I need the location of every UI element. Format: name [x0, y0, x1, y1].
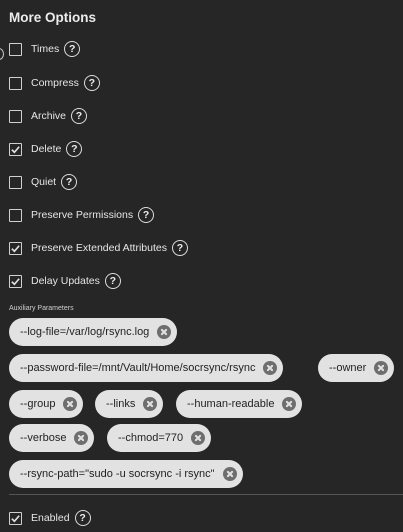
option-label: Delete — [31, 143, 62, 155]
help-circle-icon[interactable]: ? — [138, 207, 155, 223]
more-options-panel: More Options Times ? Compress ? Archive … — [0, 0, 403, 532]
remove-circle-icon[interactable] — [74, 431, 89, 445]
help-circle-icon[interactable]: ? — [71, 108, 88, 124]
remove-circle-icon[interactable] — [143, 397, 158, 411]
option-times[interactable]: Times ? — [9, 40, 81, 58]
remove-circle-icon[interactable] — [191, 431, 206, 445]
chip-text: --group — [20, 398, 56, 410]
remove-circle-icon[interactable] — [157, 325, 172, 339]
option-label: Times — [31, 43, 60, 55]
remove-circle-icon[interactable] — [263, 361, 278, 375]
checkbox-times[interactable] — [9, 42, 22, 56]
chip-text: --verbose — [20, 432, 67, 444]
option-label: Delay Updates — [31, 275, 100, 287]
checkbox-preserve-extended-attributes[interactable] — [9, 241, 22, 255]
auxiliary-parameters-label: Auxiliary Parameters — [9, 305, 74, 312]
option-enabled[interactable]: Enabled ? — [9, 509, 91, 527]
chip-text: --owner — [329, 362, 367, 374]
aux-param-chip[interactable]: --human-readable — [176, 390, 303, 418]
help-circle-icon[interactable]: ? — [83, 75, 100, 91]
remove-circle-icon[interactable] — [374, 361, 389, 375]
chip-text: --human-readable — [187, 398, 275, 410]
cut-off-help-icon — [0, 48, 4, 60]
help-circle-icon[interactable]: ? — [172, 240, 188, 256]
chip-text: --links — [106, 398, 136, 410]
option-preserve-permissions[interactable]: Preserve Permissions ? — [9, 206, 155, 224]
help-circle-icon[interactable]: ? — [66, 141, 83, 157]
checkbox-archive[interactable] — [9, 109, 22, 123]
chip-text: --chmod=770 — [118, 432, 184, 444]
check-icon — [11, 244, 20, 252]
chip-text: --password-file=/mnt/Vault/Home/socrsync… — [20, 362, 256, 374]
help-circle-icon[interactable]: ? — [74, 510, 91, 526]
checkbox-enabled[interactable] — [9, 511, 22, 525]
option-label: Compress — [31, 77, 79, 89]
check-icon — [11, 145, 20, 153]
aux-param-chip[interactable]: --group — [9, 390, 84, 418]
option-label: Enabled — [31, 512, 70, 524]
aux-param-chip[interactable]: --chmod=770 — [107, 424, 212, 452]
help-circle-icon[interactable]: ? — [104, 273, 121, 289]
check-icon — [11, 514, 20, 522]
chip-text: --log-file=/var/log/rsync.log — [20, 326, 150, 338]
option-label: Preserve Extended Attributes — [31, 242, 167, 254]
checkbox-delete[interactable] — [9, 142, 22, 156]
aux-param-chip[interactable]: --password-file=/mnt/Vault/Home/socrsync… — [9, 354, 284, 382]
aux-param-chip[interactable]: --owner — [318, 354, 395, 382]
remove-circle-icon[interactable] — [63, 397, 78, 411]
aux-param-chip[interactable]: --links — [95, 390, 164, 418]
option-delay-updates[interactable]: Delay Updates ? — [9, 272, 121, 290]
chip-text: --rsync-path="sudo -u socrsync -i rsync" — [20, 468, 215, 480]
option-label: Quiet — [31, 176, 57, 188]
option-label: Preserve Permissions — [31, 209, 134, 221]
option-quiet[interactable]: Quiet ? — [9, 173, 78, 191]
option-compress[interactable]: Compress ? — [9, 74, 100, 92]
remove-circle-icon[interactable] — [282, 397, 297, 411]
help-circle-icon[interactable]: ? — [64, 41, 81, 57]
option-delete[interactable]: Delete ? — [9, 140, 83, 158]
section-title: More Options — [9, 10, 96, 25]
checkbox-compress[interactable] — [9, 76, 22, 90]
divider — [9, 494, 403, 495]
option-label: Archive — [31, 110, 67, 122]
checkbox-preserve-permissions[interactable] — [9, 208, 22, 222]
option-preserve-extended-attributes[interactable]: Preserve Extended Attributes ? — [9, 239, 188, 257]
aux-param-chip[interactable]: --log-file=/var/log/rsync.log — [9, 318, 178, 346]
remove-circle-icon[interactable] — [222, 467, 237, 481]
checkbox-delay-updates[interactable] — [9, 274, 22, 288]
aux-param-chip[interactable]: --verbose — [9, 424, 95, 452]
checkbox-quiet[interactable] — [9, 175, 22, 189]
option-archive[interactable]: Archive ? — [9, 107, 88, 125]
aux-param-chip[interactable]: --rsync-path="sudo -u socrsync -i rsync" — [9, 460, 243, 488]
check-icon — [11, 277, 20, 285]
help-circle-icon[interactable]: ? — [61, 174, 78, 190]
